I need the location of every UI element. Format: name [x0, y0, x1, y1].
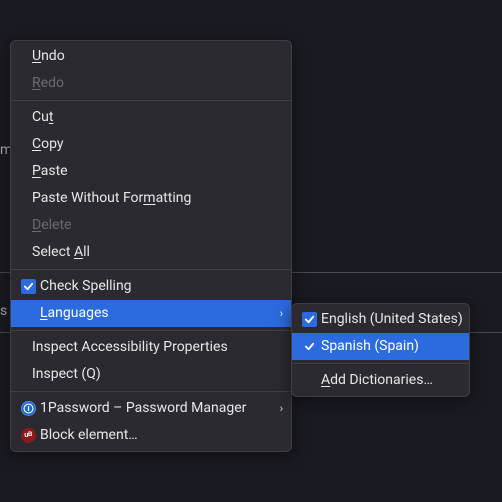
- menu-separator: [11, 269, 291, 270]
- menu-separator: [11, 100, 291, 101]
- menu-item-label: Cut: [32, 104, 283, 131]
- menu-item-label: Paste Without Formatting: [32, 185, 283, 212]
- spacer: [300, 372, 318, 390]
- spacer: [19, 339, 29, 357]
- menu-item-cut[interactable]: Cut: [11, 104, 291, 131]
- menu-item-label: Undo: [32, 43, 283, 70]
- check-icon: [300, 311, 318, 329]
- menu-item-languages[interactable]: Languages ›: [11, 300, 291, 327]
- submenu-item-add-dictionaries[interactable]: Add Dictionaries…: [292, 367, 469, 394]
- spacer: [19, 366, 29, 384]
- menu-item-label: Check Spelling: [40, 273, 283, 300]
- chevron-right-icon: ›: [273, 395, 283, 422]
- menu-item-select-all[interactable]: Select All: [11, 239, 291, 266]
- spacer: [19, 75, 29, 93]
- menu-item-label: English (United States): [321, 306, 463, 333]
- background-text-fragment: s: [0, 303, 7, 319]
- spacer: [19, 244, 29, 262]
- menu-item-check-spelling[interactable]: Check Spelling: [11, 273, 291, 300]
- onepassword-icon: [19, 400, 37, 418]
- menu-item-copy[interactable]: Copy: [11, 131, 291, 158]
- check-icon: [19, 278, 37, 296]
- menu-item-label: Add Dictionaries…: [321, 367, 461, 394]
- spacer: [19, 217, 29, 235]
- menu-item-label: Languages: [40, 300, 273, 327]
- spacer: [19, 163, 29, 181]
- menu-item-1password[interactable]: 1Password – Password Manager ›: [11, 395, 291, 422]
- menu-item-label: Copy: [32, 131, 283, 158]
- spacer: [19, 109, 29, 127]
- menu-separator: [11, 330, 291, 331]
- menu-item-label: Inspect (Q): [32, 361, 283, 388]
- menu-separator: [292, 363, 469, 364]
- menu-item-paste[interactable]: Paste: [11, 158, 291, 185]
- spacer: [19, 305, 37, 323]
- submenu-item-english-us[interactable]: English (United States): [292, 306, 469, 333]
- spacer: [19, 136, 29, 154]
- menu-item-label: Inspect Accessibility Properties: [32, 334, 283, 361]
- menu-item-label: Block element…: [40, 422, 283, 449]
- menu-item-label: 1Password – Password Manager: [40, 395, 273, 422]
- menu-item-label: Paste: [32, 158, 283, 185]
- menu-item-paste-without-formatting[interactable]: Paste Without Formatting: [11, 185, 291, 212]
- chevron-right-icon: ›: [273, 300, 283, 327]
- menu-item-ublock-block-element[interactable]: uB Block element…: [11, 422, 291, 449]
- menu-separator: [11, 391, 291, 392]
- menu-item-inspect[interactable]: Inspect (Q): [11, 361, 291, 388]
- menu-item-label: Redo: [32, 70, 283, 97]
- ublock-icon: uB: [19, 427, 37, 445]
- spacer: [19, 190, 29, 208]
- menu-item-undo[interactable]: Undo: [11, 43, 291, 70]
- languages-submenu: English (United States) Spanish (Spain) …: [291, 303, 470, 397]
- spacer: [19, 48, 29, 66]
- menu-item-delete[interactable]: Delete: [11, 212, 291, 239]
- menu-item-redo[interactable]: Redo: [11, 70, 291, 97]
- submenu-item-spanish-spain[interactable]: Spanish (Spain): [292, 333, 469, 360]
- menu-item-label: Delete: [32, 212, 283, 239]
- menu-item-label: Select All: [32, 239, 283, 266]
- menu-item-label: Spanish (Spain): [321, 333, 461, 360]
- context-menu: Undo Redo Cut Copy Paste Paste Without F…: [10, 40, 292, 452]
- check-icon: [300, 338, 318, 356]
- menu-item-inspect-accessibility[interactable]: Inspect Accessibility Properties: [11, 334, 291, 361]
